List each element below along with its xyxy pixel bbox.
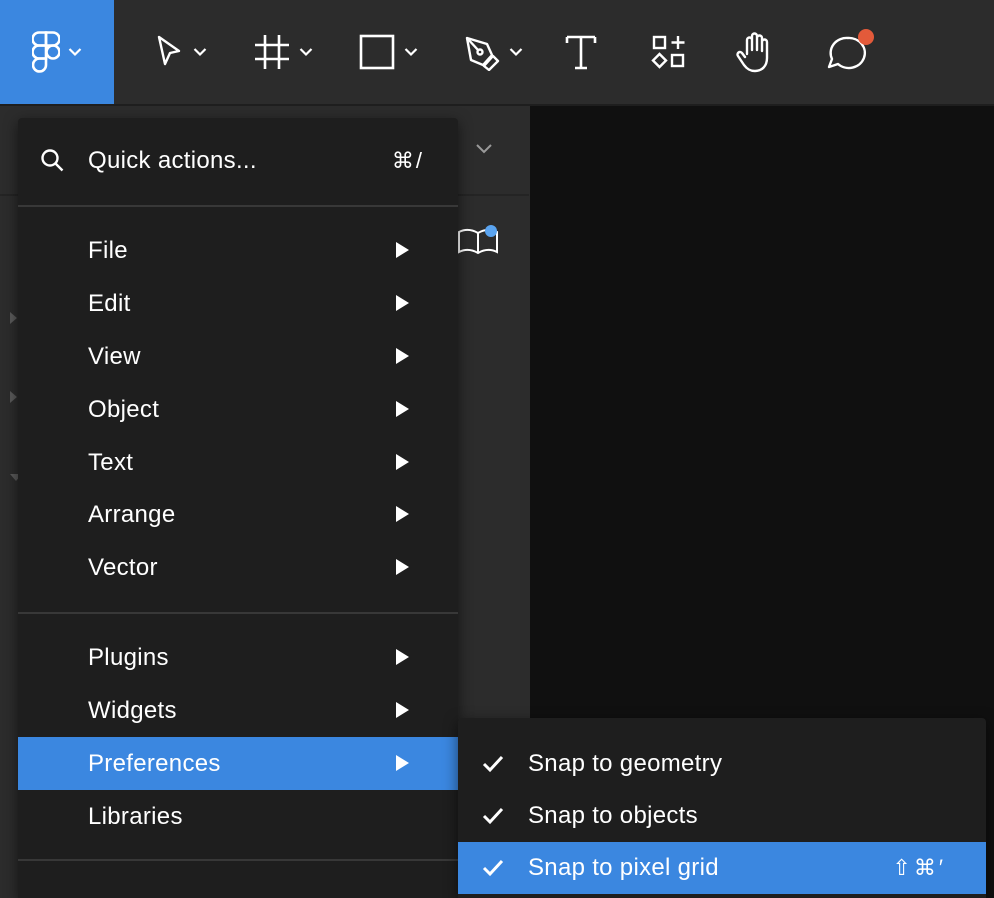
chevron-down-icon bbox=[299, 48, 312, 57]
checkmark-icon bbox=[482, 807, 504, 825]
menu-item-plugins[interactable]: Plugins bbox=[18, 631, 458, 684]
submenu-item-snap-to-geometry[interactable]: Snap to geometry bbox=[458, 738, 986, 790]
shape-tool-button[interactable] bbox=[350, 0, 425, 104]
figma-logo-icon bbox=[32, 31, 60, 73]
menu-item-label: Object bbox=[88, 396, 160, 423]
pen-icon bbox=[465, 36, 499, 71]
menu-item-edit[interactable]: Edit bbox=[18, 277, 458, 330]
menu-item-label: View bbox=[88, 343, 141, 370]
library-book-icon[interactable] bbox=[456, 224, 502, 258]
submenu-item-snap-to-objects[interactable]: Snap to objects bbox=[458, 790, 986, 842]
main-menu: Quick actions... ⌘/ File Edit View Objec… bbox=[18, 118, 458, 898]
resources-button[interactable] bbox=[646, 0, 692, 104]
menu-separator bbox=[18, 612, 458, 614]
text-tool-button[interactable] bbox=[558, 0, 604, 104]
menu-item-label: File bbox=[88, 237, 128, 264]
menu-item-object[interactable]: Object bbox=[18, 383, 458, 436]
submenu-arrow-icon bbox=[396, 559, 409, 575]
menu-item-label: Vector bbox=[88, 554, 158, 581]
menu-separator bbox=[18, 205, 458, 207]
comment-icon bbox=[827, 29, 874, 70]
menu-item-file[interactable]: File bbox=[18, 224, 458, 277]
submenu-arrow-icon bbox=[396, 348, 409, 364]
search-icon bbox=[41, 149, 64, 172]
frame-tool-button[interactable] bbox=[245, 0, 320, 104]
submenu-arrow-icon bbox=[396, 295, 409, 311]
comments-button[interactable] bbox=[820, 0, 880, 104]
cursor-arrow-icon bbox=[157, 35, 181, 66]
notification-dot-icon bbox=[858, 29, 874, 45]
menu-item-preferences[interactable]: Preferences bbox=[18, 737, 458, 790]
preferences-submenu: Snap to geometry Snap to objects Snap to… bbox=[458, 718, 986, 898]
menu-item-label: Widgets bbox=[88, 697, 177, 724]
checkmark-icon bbox=[482, 755, 504, 773]
submenu-arrow-icon bbox=[396, 506, 409, 522]
menu-item-label: Arrange bbox=[88, 501, 176, 528]
pen-tool-button[interactable] bbox=[455, 0, 530, 104]
menu-item-label: Libraries bbox=[88, 803, 183, 830]
layer-expand-icon[interactable] bbox=[10, 391, 17, 403]
submenu-arrow-icon bbox=[396, 242, 409, 258]
chevron-down-icon bbox=[193, 48, 207, 57]
menu-item-widgets[interactable]: Widgets bbox=[18, 684, 458, 737]
menu-item-label: Text bbox=[88, 449, 134, 476]
submenu-item-label: Snap to geometry bbox=[528, 750, 723, 777]
move-tool-button[interactable] bbox=[140, 0, 220, 104]
submenu-arrow-icon bbox=[396, 454, 409, 470]
submenu-arrow-icon bbox=[396, 755, 409, 771]
chevron-down-icon bbox=[509, 48, 522, 57]
frame-icon bbox=[254, 35, 289, 69]
submenu-item-label: Snap to pixel grid bbox=[528, 854, 719, 881]
checkmark-icon bbox=[482, 859, 504, 877]
submenu-item-snap-to-pixel-grid[interactable]: Snap to pixel grid ⇧⌘′ bbox=[458, 842, 986, 894]
chevron-down-icon bbox=[404, 48, 417, 57]
quick-actions-item[interactable]: Quick actions... ⌘/ bbox=[18, 118, 458, 204]
menu-separator bbox=[18, 859, 458, 861]
menu-item-view[interactable]: View bbox=[18, 330, 458, 383]
menu-item-text[interactable]: Text bbox=[18, 436, 458, 489]
submenu-item-shortcut: ⇧⌘′ bbox=[892, 855, 946, 880]
resources-icon bbox=[651, 35, 685, 69]
menu-item-vector[interactable]: Vector bbox=[18, 541, 458, 594]
quick-actions-label: Quick actions... bbox=[88, 147, 257, 174]
rectangle-icon bbox=[359, 34, 394, 70]
hand-tool-button[interactable] bbox=[732, 0, 778, 104]
menu-item-libraries[interactable]: Libraries bbox=[18, 790, 458, 843]
toolbar bbox=[0, 0, 994, 106]
text-icon bbox=[565, 35, 597, 70]
chevron-down-icon[interactable] bbox=[474, 142, 494, 156]
quick-actions-shortcut: ⌘/ bbox=[391, 148, 424, 173]
menu-item-arrange[interactable]: Arrange bbox=[18, 488, 458, 541]
submenu-arrow-icon bbox=[396, 649, 409, 665]
submenu-arrow-icon bbox=[396, 702, 409, 718]
menu-item-label: Plugins bbox=[88, 644, 169, 671]
submenu-arrow-icon bbox=[396, 401, 409, 417]
submenu-item-label: Snap to objects bbox=[528, 802, 698, 829]
hand-icon bbox=[736, 32, 769, 73]
menu-item-label: Preferences bbox=[88, 750, 221, 777]
layer-expand-icon[interactable] bbox=[10, 312, 17, 324]
chevron-down-icon bbox=[68, 48, 82, 57]
main-menu-button[interactable] bbox=[0, 0, 114, 104]
menu-item-label: Edit bbox=[88, 290, 131, 317]
